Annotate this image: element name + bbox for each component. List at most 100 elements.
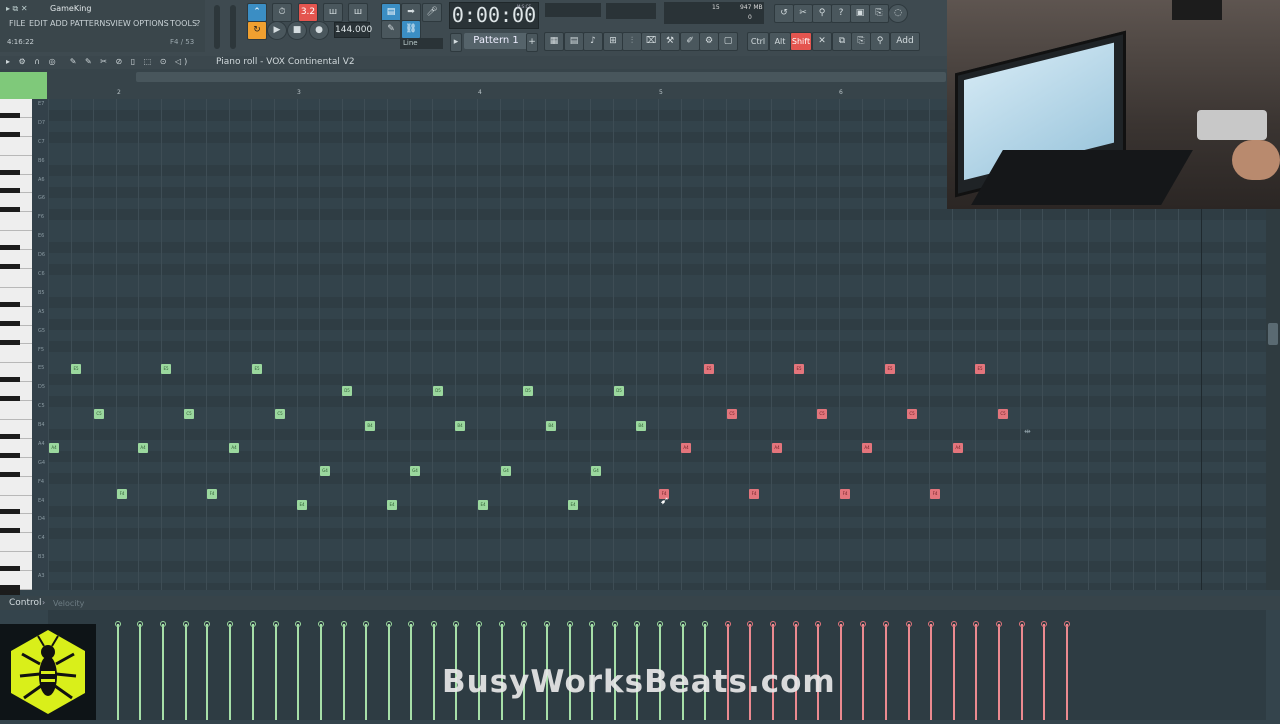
velocity-stem[interactable]	[862, 624, 864, 720]
velocity-handle[interactable]	[702, 621, 708, 627]
alt-key-button[interactable]: Alt	[769, 32, 791, 51]
menu-tools[interactable]: TOOLS	[170, 19, 197, 28]
white-key[interactable]	[0, 268, 32, 288]
white-key[interactable]	[0, 476, 32, 496]
velocity-stem[interactable]	[297, 624, 299, 720]
note[interactable]: D5	[614, 386, 624, 396]
mic-icon[interactable]: ⚲	[870, 32, 890, 51]
velocity-handle[interactable]	[386, 621, 392, 627]
velocity-stem[interactable]	[975, 624, 977, 720]
record-button[interactable]: ●	[309, 21, 329, 40]
velocity-stem[interactable]	[252, 624, 254, 720]
velocity-handle[interactable]	[521, 621, 527, 627]
save-icon[interactable]: ▣	[850, 4, 870, 23]
snap-selector[interactable]: Line	[400, 38, 443, 49]
resize-handle-icon[interactable]: ⇹	[1024, 427, 1031, 436]
note[interactable]: C5	[817, 409, 827, 419]
velocity-handle[interactable]	[318, 621, 324, 627]
velocity-stem[interactable]	[953, 624, 955, 720]
note[interactable]: E4	[387, 500, 397, 510]
note[interactable]: B4	[455, 421, 465, 431]
note[interactable]: B4	[546, 421, 556, 431]
velocity-handle[interactable]	[883, 621, 889, 627]
export-icon[interactable]: ⎘	[869, 4, 889, 23]
pattern-prev-icon[interactable]: ▸	[450, 33, 462, 52]
metronome-icon[interactable]: ⏱	[272, 3, 292, 22]
note[interactable]: C5	[727, 409, 737, 419]
undo-icon[interactable]: ↺	[774, 4, 794, 23]
velocity-stem[interactable]	[139, 624, 141, 720]
wrench-icon[interactable]: ⚙	[699, 32, 719, 51]
note[interactable]: D5	[342, 386, 352, 396]
microphone-icon[interactable]: 🎤︎	[422, 3, 442, 22]
velocity-stem[interactable]	[162, 624, 164, 720]
copy-icon[interactable]: ⧉	[832, 32, 852, 51]
control-selector[interactable]: Control	[9, 598, 42, 608]
velocity-stem[interactable]	[388, 624, 390, 720]
menu-view[interactable]: VIEW	[110, 19, 131, 28]
note[interactable]: E5	[794, 364, 804, 374]
tools-icon[interactable]: ⚒	[660, 32, 680, 51]
note[interactable]: E5	[252, 364, 262, 374]
velocity-stem[interactable]	[229, 624, 231, 720]
velocity-stem[interactable]	[117, 624, 119, 720]
velocity-handle[interactable]	[951, 621, 957, 627]
note[interactable]: F4	[840, 489, 850, 499]
ctrl-key-button[interactable]: Ctrl	[747, 32, 769, 51]
velocity-handle[interactable]	[906, 621, 912, 627]
velocity-handle[interactable]	[250, 621, 256, 627]
note[interactable]: F4	[117, 489, 127, 499]
tool-icons[interactable]: ▸ ⚙ ∩ ◎ ✎ ✎ ✂ ⊘ ▯ ⬚ ⊙ ◁)	[6, 57, 190, 66]
velocity-handle[interactable]	[183, 621, 189, 627]
blend-notes-icon[interactable]: ш	[323, 3, 343, 22]
velocity-handle[interactable]	[1041, 621, 1047, 627]
velocity-handle[interactable]	[634, 621, 640, 627]
velocity-stem[interactable]	[275, 624, 277, 720]
menu-help[interactable]: ?	[196, 19, 200, 28]
velocity-handle[interactable]	[680, 621, 686, 627]
paste-icon[interactable]: ⎘	[851, 32, 871, 51]
velocity-handle[interactable]	[996, 621, 1002, 627]
mic-record-icon[interactable]: ⚲	[812, 4, 832, 23]
white-key[interactable]	[0, 344, 32, 364]
eq-icon[interactable]: ⫶	[622, 32, 642, 51]
note[interactable]: G4	[410, 466, 420, 476]
chat-icon[interactable]: ◌	[888, 4, 908, 23]
shift-key-button[interactable]: Shift	[790, 32, 812, 51]
note[interactable]: C5	[907, 409, 917, 419]
velocity-stem[interactable]	[840, 624, 842, 720]
velocity-stem[interactable]	[885, 624, 887, 720]
white-key[interactable]	[0, 136, 32, 156]
velocity-stem[interactable]	[1066, 624, 1068, 720]
velocity-handle[interactable]	[793, 621, 799, 627]
velocity-stem[interactable]	[320, 624, 322, 720]
note[interactable]: C5	[275, 409, 285, 419]
note[interactable]: A4	[681, 443, 691, 453]
velocity-stem[interactable]	[206, 624, 208, 720]
white-key[interactable]	[0, 401, 32, 421]
white-key[interactable]	[0, 212, 32, 232]
velocity-handle[interactable]	[115, 621, 121, 627]
note[interactable]: G4	[320, 466, 330, 476]
draw-tool-icon[interactable]: ✎	[381, 20, 401, 39]
pattern-selector[interactable]: Pattern 1	[464, 33, 528, 49]
loop-record-icon[interactable]: ↻	[247, 21, 267, 40]
note[interactable]: C5	[998, 409, 1008, 419]
velocity-handle[interactable]	[725, 621, 731, 627]
velocity-stem[interactable]	[343, 624, 345, 720]
velocity-handle[interactable]	[747, 621, 753, 627]
note[interactable]: E5	[885, 364, 895, 374]
note[interactable]: G4	[591, 466, 601, 476]
countdown-icon[interactable]: 3.2	[298, 3, 318, 22]
note[interactable]: D5	[433, 386, 443, 396]
velocity-handle[interactable]	[612, 621, 618, 627]
velocity-handle[interactable]	[431, 621, 437, 627]
velocity-handle[interactable]	[476, 621, 482, 627]
note[interactable]: E4	[478, 500, 488, 510]
velocity-handle[interactable]	[341, 621, 347, 627]
velocity-stem[interactable]	[365, 624, 367, 720]
velocity-handle[interactable]	[408, 621, 414, 627]
velocity-handle[interactable]	[363, 621, 369, 627]
black-key[interactable]	[0, 585, 20, 595]
note[interactable]: B4	[636, 421, 646, 431]
